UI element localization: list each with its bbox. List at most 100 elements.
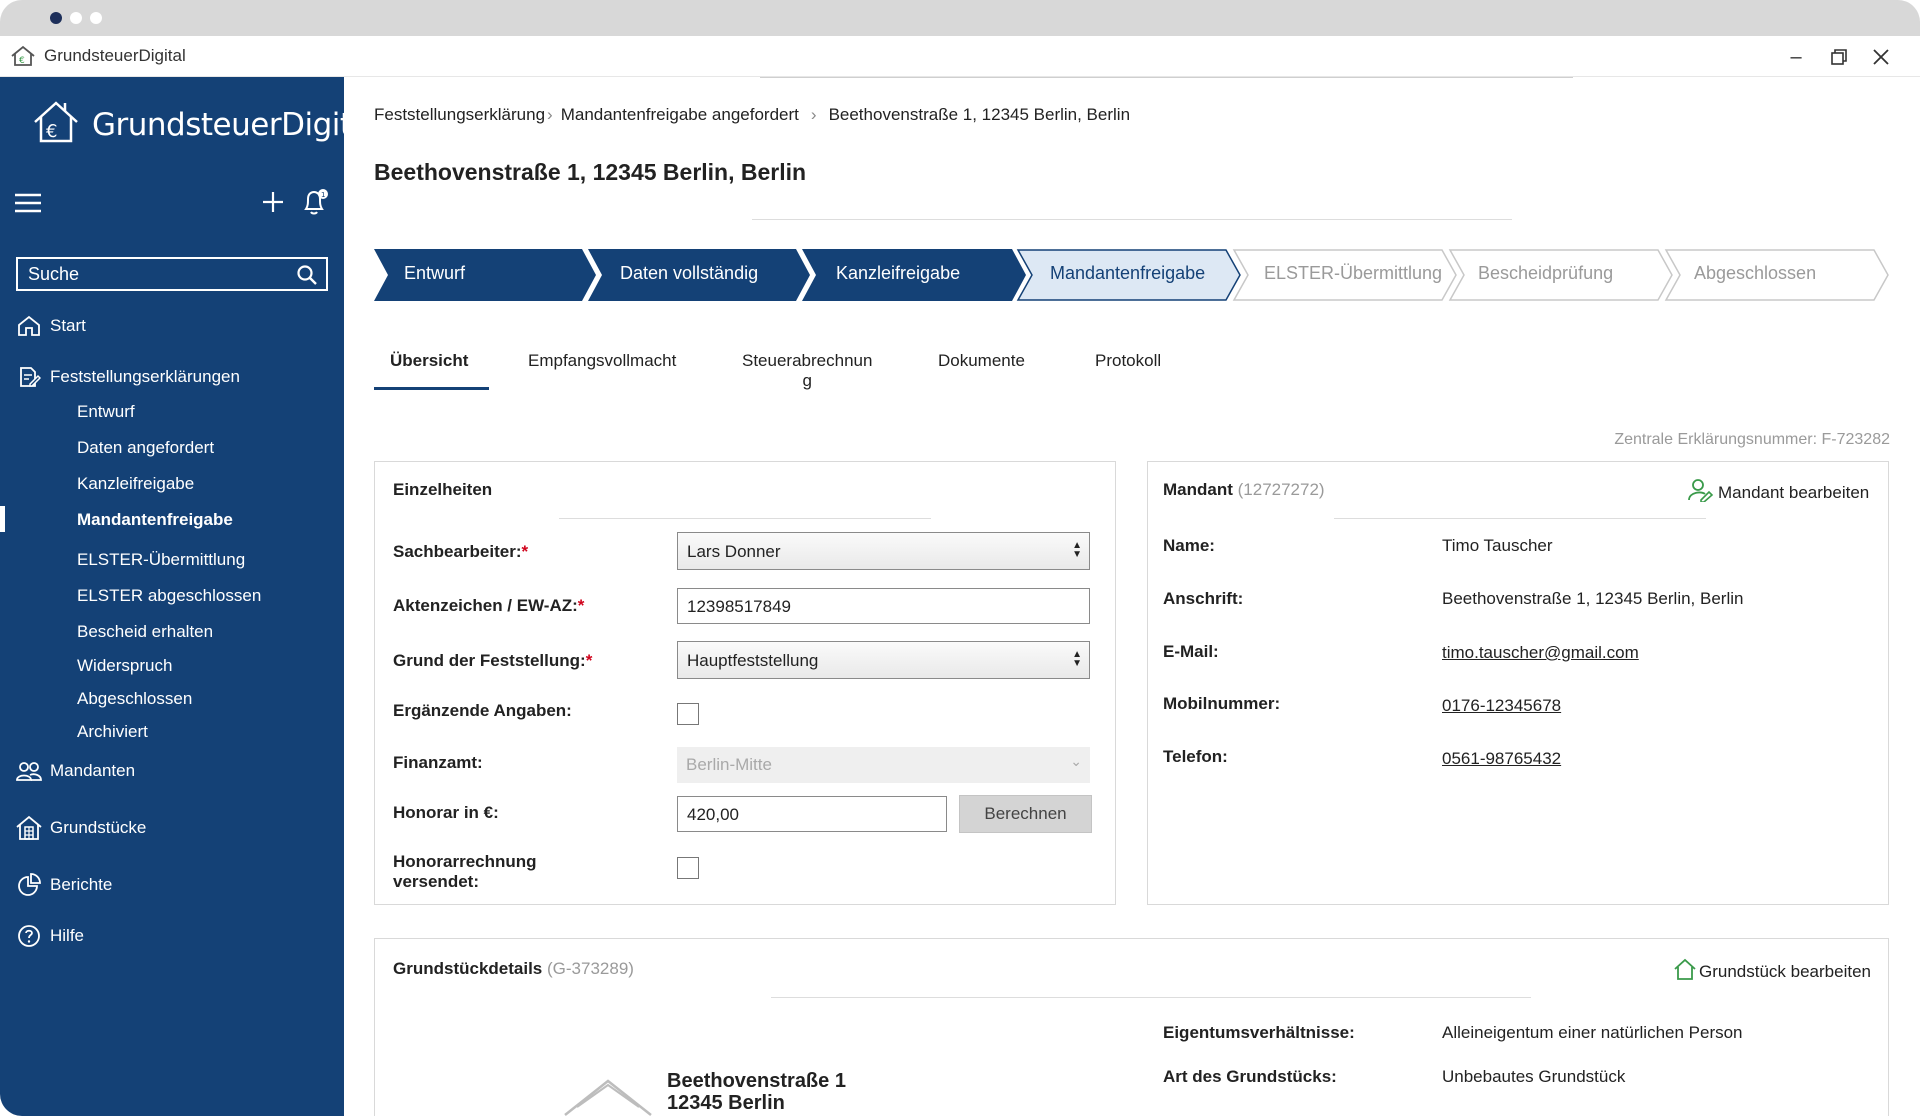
sidebar-item-label: Berichte: [50, 875, 113, 894]
field-value: Alleineigentum einer natürlichen Person: [1442, 1023, 1743, 1042]
honorar-input[interactable]: 420,00: [677, 796, 947, 832]
sachbearbeiter-select[interactable]: Lars Donner ▲ ▼: [677, 532, 1090, 570]
mandant-bearbeiten-link[interactable]: Mandant bearbeiten: [1688, 478, 1869, 507]
step-label: Abgeschlossen: [1694, 263, 1816, 283]
hamburger-menu-icon[interactable]: [14, 193, 42, 218]
house-illustration-icon: [563, 1077, 653, 1116]
maximize-button[interactable]: [1824, 42, 1854, 72]
tab-dokumente[interactable]: Dokumente: [938, 351, 1025, 371]
step-label: Kanzleifreigabe: [836, 263, 960, 283]
sidebar-subitem-elster-uebermittlung[interactable]: ELSTER-Übermittlung: [77, 550, 245, 570]
select-value: Berlin-Mitte: [686, 755, 772, 774]
step-label: Daten vollständig: [620, 263, 758, 283]
sidebar-subitem-abgeschlossen[interactable]: Abgeschlossen: [77, 689, 192, 709]
field-value: Unbebautes Grundstück: [1442, 1067, 1626, 1086]
field-value: Timo Tauscher: [1442, 536, 1553, 555]
aktenzeichen-input[interactable]: 12398517849: [677, 588, 1090, 624]
divider: [771, 997, 1531, 998]
close-button[interactable]: [1866, 42, 1896, 72]
window-title: GrundsteuerDigital: [44, 46, 186, 65]
field-value: Beethovenstraße 1, 12345 Berlin, Berlin: [1442, 589, 1744, 608]
field-label: Honorarrechnung versendet:: [393, 852, 537, 891]
property-address: Beethovenstraße 1 12345 Berlin: [667, 1070, 846, 1114]
search-input[interactable]: Suche: [16, 257, 328, 291]
step-abgeschlossen[interactable]: Abgeschlossen: [1664, 249, 1889, 301]
step-elster-uebermittlung[interactable]: ELSTER-Übermittlung: [1232, 249, 1457, 301]
sidebar-subitem-entwurf[interactable]: Entwurf: [77, 402, 135, 422]
sidebar-item-hilfe[interactable]: Hilfe: [16, 923, 84, 949]
sidebar-item-berichte[interactable]: Berichte: [16, 872, 112, 898]
step-entwurf[interactable]: Entwurf: [374, 249, 596, 301]
sidebar-subitem-daten-angefordert[interactable]: Daten angefordert: [77, 438, 214, 458]
tab-protokoll[interactable]: Protokoll: [1095, 351, 1161, 371]
select-value: Lars Donner: [687, 542, 781, 561]
active-indicator: [0, 506, 5, 532]
divider: [752, 219, 1512, 220]
field-label: Finanzamt:: [393, 753, 483, 772]
sidebar-subitem-mandantenfreigabe[interactable]: Mandantenfreigabe: [77, 510, 233, 530]
select-arrows-icon: ▲ ▼: [1072, 540, 1082, 560]
field-label: Telefon:: [1163, 747, 1228, 766]
field-label: Aktenzeichen / EW-AZ:*: [393, 596, 585, 615]
breadcrumb-item[interactable]: Feststellungserklärung: [374, 105, 545, 125]
sidebar-subitem-bescheid-erhalten[interactable]: Bescheid erhalten: [77, 622, 213, 642]
step-mandantenfreigabe[interactable]: Mandantenfreigabe: [1016, 249, 1241, 301]
sidebar-item-label: Mandanten: [50, 761, 136, 780]
field-label: Grund der Feststellung:*: [393, 651, 593, 670]
logo[interactable]: € GrundsteuerDigital: [32, 99, 379, 150]
field-label: Ergänzende Angaben:: [393, 701, 572, 720]
honorarrechnung-checkbox[interactable]: [677, 857, 699, 879]
sidebar-subitem-archiviert[interactable]: Archiviert: [77, 722, 148, 742]
plus-icon[interactable]: [260, 189, 286, 220]
sidebar-item-label: Feststellungserklärungen: [50, 367, 240, 386]
home-icon: [16, 313, 42, 339]
card-title: Mandant (12727272): [1163, 480, 1325, 499]
breadcrumb-item[interactable]: Mandantenfreigabe angefordert: [561, 105, 799, 125]
ergaenzende-checkbox[interactable]: [677, 703, 699, 725]
building-icon: [16, 815, 42, 841]
link-label: Grundstück bearbeiten: [1699, 961, 1871, 981]
grundstueck-bearbeiten-link[interactable]: Grundstück bearbeiten: [1673, 957, 1871, 986]
field-label: Name:: [1163, 536, 1215, 555]
step-bescheidpruefung[interactable]: Bescheidprüfung: [1448, 249, 1673, 301]
grund-select[interactable]: Hauptfeststellung ▲ ▼: [677, 641, 1090, 679]
sidebar-subitem-kanzleifreigabe[interactable]: Kanzleifreigabe: [77, 474, 194, 494]
users-icon: [16, 758, 42, 784]
notification-bell-icon[interactable]: 1: [300, 188, 330, 221]
einzelheiten-card: Einzelheiten Sachbearbeiter:* Lars Donne…: [374, 461, 1116, 905]
window-dot[interactable]: [90, 12, 102, 24]
sidebar-subitem-widerspruch[interactable]: Widerspruch: [77, 656, 172, 676]
step-daten-vollstaendig[interactable]: Daten vollständig: [588, 249, 810, 301]
email-link[interactable]: timo.tauscher@gmail.com: [1442, 643, 1639, 663]
sidebar-item-start[interactable]: Start: [16, 313, 86, 339]
phone-link[interactable]: 0561-98765432: [1442, 749, 1561, 769]
step-kanzleifreigabe[interactable]: Kanzleifreigabe: [802, 249, 1026, 301]
sidebar-item-feststellungserklaerungen[interactable]: Feststellungserklärungen: [16, 364, 240, 390]
field-label: Eigentumsverhältnisse:: [1163, 1023, 1355, 1042]
phone-link[interactable]: 0176-12345678: [1442, 696, 1561, 716]
berechnen-button[interactable]: Berechnen: [959, 795, 1092, 833]
search-icon[interactable]: [296, 264, 318, 291]
field-label: Sachbearbeiter:*: [393, 542, 529, 561]
pie-chart-icon: [16, 872, 42, 898]
sidebar-item-grundstuecke[interactable]: Grundstücke: [16, 815, 146, 841]
minimize-button[interactable]: –: [1781, 42, 1811, 72]
step-label: Mandantenfreigabe: [1050, 263, 1205, 283]
tab-empfangsvollmacht[interactable]: Empfangsvollmacht: [528, 351, 676, 371]
sidebar-subitem-elster-abgeschlossen[interactable]: ELSTER abgeschlossen: [77, 586, 261, 606]
sidebar-item-label: Grundstücke: [50, 818, 147, 837]
svg-text:1: 1: [321, 191, 325, 199]
field-label: Art des Grundstücks:: [1163, 1067, 1337, 1086]
tab-uebersicht[interactable]: Übersicht: [390, 351, 468, 371]
sidebar-item-label: Start: [50, 316, 86, 335]
active-tab-indicator: [374, 387, 489, 390]
mandant-card: Mandant (12727272) Mandant bearbeiten Na…: [1147, 461, 1889, 905]
window-dot[interactable]: [70, 12, 82, 24]
tab-steuerabrechnung[interactable]: Steuerabrechnun g: [742, 351, 872, 391]
sidebar-item-mandanten[interactable]: Mandanten: [16, 758, 135, 784]
divider: [1334, 518, 1706, 519]
window-dot[interactable]: [50, 12, 62, 24]
grundstueck-card: Grundstückdetails (G-373289) Grundstück …: [374, 938, 1889, 1116]
title-bar: € GrundsteuerDigital –: [0, 36, 1920, 77]
document-edit-icon: [16, 364, 42, 390]
